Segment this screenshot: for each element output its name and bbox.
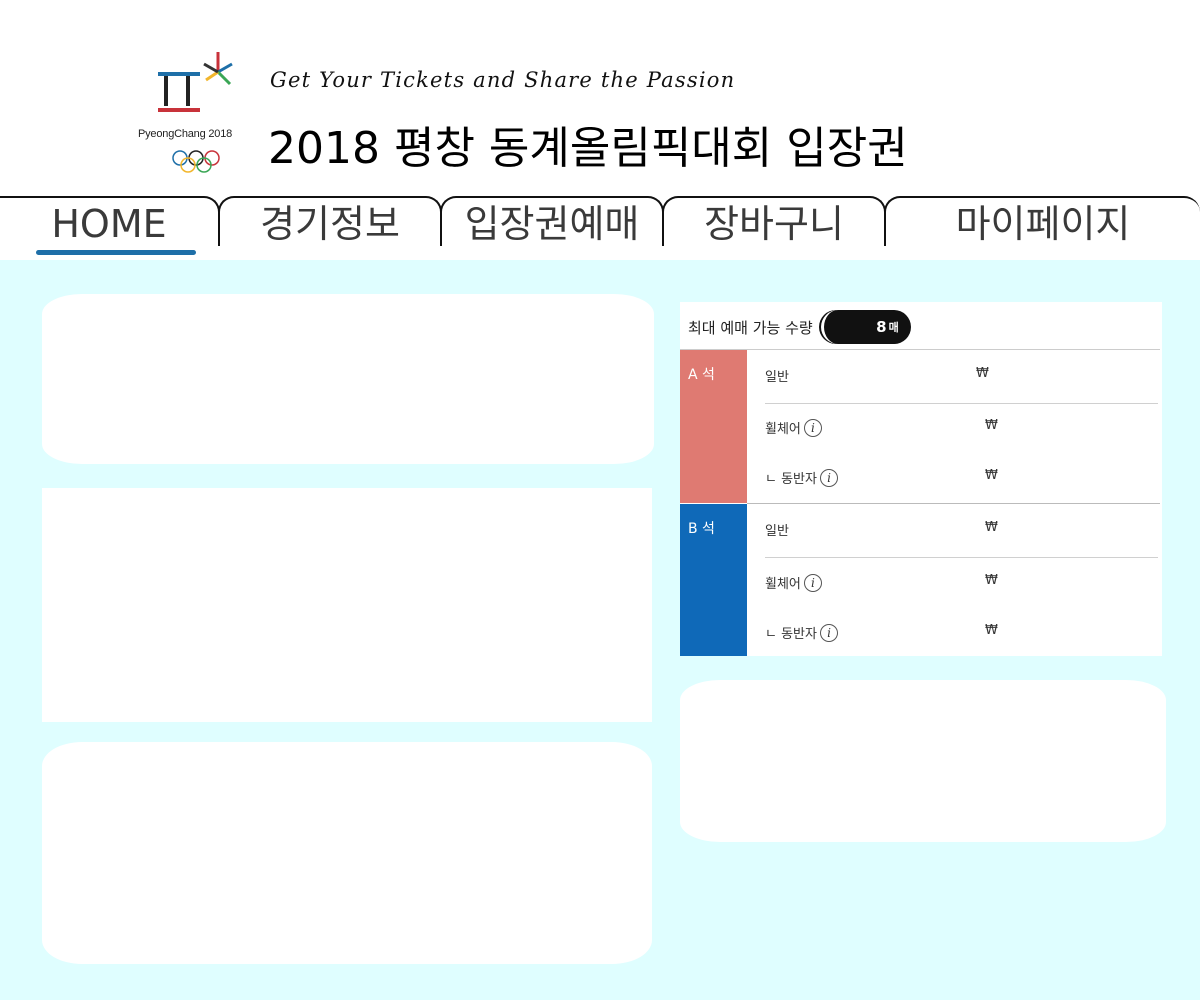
- content-panel-middle-left: [42, 488, 652, 722]
- table-row: ㄴ 동반자 i ₩: [765, 607, 1158, 657]
- seat-section-a-label: A 석: [680, 350, 747, 503]
- tab-cart[interactable]: 장바구니: [662, 196, 886, 246]
- info-icon[interactable]: i: [803, 418, 822, 437]
- pyeongchang-logo[interactable]: PyeongChang 2018: [138, 50, 256, 178]
- logo-wordmark: PyeongChang 2018: [138, 128, 233, 140]
- table-row: 휠체어 i ₩: [765, 402, 1158, 452]
- ticket-kind: 휠체어 i: [765, 418, 822, 437]
- tab-ticket-booking-label: 입장권예매: [464, 202, 640, 246]
- tab-game-info-label: 경기정보: [260, 202, 400, 246]
- table-row: 일반 ₩: [765, 504, 1158, 554]
- ticket-price: ₩: [976, 366, 989, 381]
- tab-my-page[interactable]: 마이페이지: [884, 196, 1200, 246]
- seat-section-b-label: B 석: [680, 504, 747, 656]
- ticket-kind: 일반: [765, 524, 789, 539]
- ticket-price: ₩: [985, 418, 998, 433]
- info-icon[interactable]: i: [819, 468, 838, 487]
- tab-my-page-label: 마이페이지: [955, 202, 1131, 246]
- ticket-kind: ㄴ 동반자 i: [765, 468, 838, 487]
- content-panel-bottom-right: [680, 680, 1166, 842]
- ticket-kind: ㄴ 동반자 i: [765, 623, 838, 642]
- max-quantity-value: 8: [876, 318, 887, 336]
- table-row: 휠체어 i ₩: [765, 557, 1158, 607]
- page-title: 2018 평창 동계올림픽대회 입장권: [268, 123, 908, 174]
- seat-section-a: A 석 일반 ₩ 휠체어 i ₩ ㄴ 동반자 i ₩: [680, 350, 1158, 503]
- tab-home[interactable]: HOME: [0, 196, 220, 246]
- ticket-price: ₩: [985, 623, 998, 638]
- main-nav: HOME 경기정보 입장권예매 장바구니 마이페이지: [0, 196, 1200, 260]
- logo-emblem-icon: [158, 52, 233, 173]
- tab-ticket-booking[interactable]: 입장권예매: [440, 196, 664, 246]
- site-header: PyeongChang 2018 Get Your Tickets and Sh…: [0, 0, 1200, 196]
- ticket-price: ₩: [985, 520, 998, 535]
- ticket-kind: 휠체어 i: [765, 573, 822, 592]
- table-row: ㄴ 동반자 i ₩: [765, 452, 1158, 502]
- content-panel-bottom-left: [42, 742, 652, 964]
- table-row: 일반 ₩: [765, 350, 1158, 400]
- tagline: Get Your Tickets and Share the Passion: [270, 68, 736, 92]
- seat-price-table: 최대 예매 가능 수량 8 매 A 석 일반 ₩ 휠체어 i ₩ ㄴ 동반자 i ₩: [680, 302, 1162, 656]
- content-panel-top-left: [42, 294, 654, 464]
- content-area: 최대 예매 가능 수량 8 매 A 석 일반 ₩ 휠체어 i ₩ ㄴ 동반자 i ₩: [0, 260, 1200, 1000]
- ticket-price: ₩: [985, 468, 998, 483]
- max-quantity-badge: 8 매: [820, 310, 911, 344]
- max-quantity-row: 최대 예매 가능 수량 8 매: [688, 310, 911, 344]
- ticket-kind: 일반: [765, 370, 789, 385]
- ticket-price: ₩: [985, 573, 998, 588]
- info-icon[interactable]: i: [803, 573, 822, 592]
- seat-section-b: B 석 일반 ₩ 휠체어 i ₩ ㄴ 동반자 i ₩: [680, 504, 1158, 656]
- active-tab-indicator: [36, 250, 196, 255]
- tab-home-label: HOME: [51, 202, 167, 246]
- tab-game-info[interactable]: 경기정보: [218, 196, 442, 246]
- max-quantity-unit: 매: [888, 321, 899, 334]
- info-icon[interactable]: i: [819, 623, 838, 642]
- max-quantity-label: 최대 예매 가능 수량: [688, 318, 813, 337]
- tab-cart-label: 장바구니: [704, 202, 844, 246]
